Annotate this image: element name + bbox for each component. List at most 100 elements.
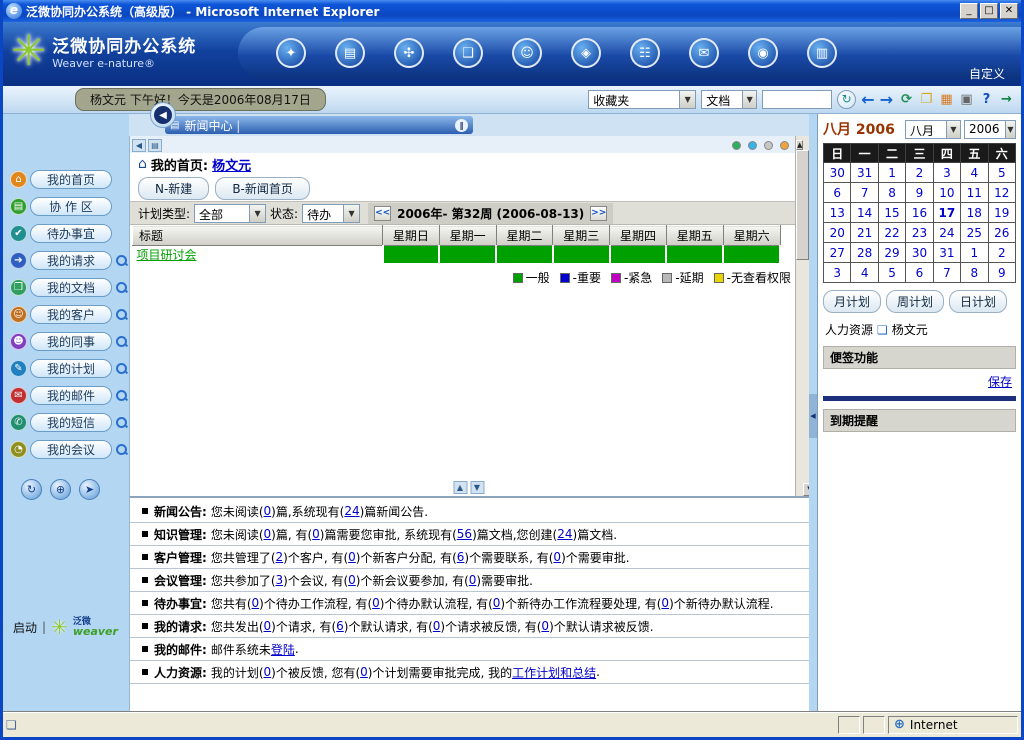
calendar-day[interactable]: 19: [988, 203, 1015, 223]
summary-link[interactable]: 0: [360, 665, 368, 679]
calendar-day[interactable]: 11: [961, 183, 988, 203]
content-nav-back-button[interactable]: ◀: [132, 139, 146, 152]
calendar-day[interactable]: 1: [961, 243, 988, 263]
calendar-day[interactable]: 31: [933, 243, 960, 263]
theme-dot-green[interactable]: [732, 141, 741, 150]
calendar-day[interactable]: 8: [878, 183, 905, 203]
calendar-day[interactable]: 29: [878, 243, 905, 263]
customize-link[interactable]: 自定义: [969, 65, 1005, 82]
calendar-day[interactable]: 9: [906, 183, 933, 203]
chevron-down-icon[interactable]: ▼: [249, 205, 265, 222]
calendar-day[interactable]: 24: [933, 223, 960, 243]
summary-link[interactable]: 0: [433, 619, 441, 633]
calendar-day[interactable]: 7: [933, 263, 960, 283]
calendar-day[interactable]: 28: [851, 243, 878, 263]
chevron-down-icon[interactable]: ▼: [742, 91, 756, 108]
calendar-day[interactable]: 2: [988, 243, 1015, 263]
week-plan-button[interactable]: 周计划: [886, 290, 944, 313]
plan-type-select[interactable]: 全部 ▼: [194, 204, 266, 223]
calendar-day[interactable]: 3: [933, 163, 960, 183]
back-arrow-icon[interactable]: ←: [861, 90, 874, 110]
calendar-day[interactable]: 10: [933, 183, 960, 203]
mail-module-icon[interactable]: ✉: [689, 38, 719, 68]
sidebar-item-collaboration[interactable]: ▤协 作 区: [3, 193, 129, 220]
calendar-day-today[interactable]: 17: [933, 203, 960, 223]
month-select[interactable]: 八月 ▼: [905, 120, 961, 139]
calendar-day[interactable]: 30: [824, 163, 851, 183]
plan-item-link[interactable]: 项目研讨会: [133, 248, 197, 262]
plan-day-cell[interactable]: [610, 246, 667, 264]
chevron-down-icon[interactable]: ▼: [679, 91, 695, 108]
iframe-scroll-up-button[interactable]: ▲: [453, 481, 467, 494]
calendar-icon[interactable]: ▦: [938, 91, 955, 108]
calendar-day[interactable]: 20: [824, 223, 851, 243]
sidebar-item-documents[interactable]: ❒我的文档: [3, 274, 129, 301]
help-icon[interactable]: ?: [978, 91, 995, 108]
news-module-icon[interactable]: ▥: [807, 38, 837, 68]
printer-icon[interactable]: ▣: [958, 91, 975, 108]
summary-link[interactable]: 登陆: [271, 641, 295, 658]
summary-link[interactable]: 24: [557, 527, 572, 541]
summary-link[interactable]: 0: [264, 527, 272, 541]
calendar-day[interactable]: 30: [906, 243, 933, 263]
browser-globe-icon[interactable]: ⊕: [50, 479, 71, 500]
calendar-day[interactable]: 16: [906, 203, 933, 223]
calendar-day[interactable]: 7: [851, 183, 878, 203]
sidebar-item-mail[interactable]: ✉我的邮件: [3, 382, 129, 409]
save-note-link[interactable]: 保存: [988, 373, 1012, 390]
search-icon[interactable]: [115, 416, 128, 429]
new-button[interactable]: N-新建: [138, 177, 209, 200]
chevron-down-icon[interactable]: ▼: [1005, 121, 1015, 138]
launch-label[interactable]: 启动: [13, 619, 37, 636]
maximize-button[interactable]: □: [980, 3, 998, 19]
plan-day-cell[interactable]: [723, 246, 780, 264]
summary-link[interactable]: 2: [276, 550, 284, 564]
calendar-day[interactable]: 14: [851, 203, 878, 223]
calendar-day[interactable]: 21: [851, 223, 878, 243]
search-icon[interactable]: [115, 443, 128, 456]
calendar-day[interactable]: 4: [851, 263, 878, 283]
scroll-up-button[interactable]: ▲: [796, 140, 803, 150]
plan-day-cell[interactable]: [553, 246, 610, 264]
calendar-day[interactable]: 5: [988, 163, 1015, 183]
vertical-scrollbar[interactable]: ▲ ▼: [795, 136, 809, 496]
sidebar-item-customers[interactable]: ☺我的客户: [3, 301, 129, 328]
sidebar-item-colleagues[interactable]: ☻我的同事: [3, 328, 129, 355]
theme-dot-orange[interactable]: [780, 141, 789, 150]
customer-module-icon[interactable]: ☺: [512, 38, 542, 68]
calendar-day[interactable]: 6: [824, 183, 851, 203]
sidebar-item-todo[interactable]: ✔待办事宜: [3, 220, 129, 247]
calendar-day[interactable]: 15: [878, 203, 905, 223]
logout-icon[interactable]: →: [998, 91, 1015, 108]
calendar-day[interactable]: 27: [824, 243, 851, 263]
nav-back-circle-button[interactable]: ◀: [150, 102, 176, 128]
chevron-down-icon[interactable]: ▼: [343, 205, 359, 222]
calendar-day[interactable]: 8: [961, 263, 988, 283]
page-refresh-icon[interactable]: ⟳: [898, 91, 915, 108]
schedule-module-icon[interactable]: ◉: [748, 38, 778, 68]
search-icon[interactable]: [115, 389, 128, 402]
calendar-day[interactable]: 9: [988, 263, 1015, 283]
summary-link[interactable]: 24: [344, 504, 359, 518]
project-module-icon[interactable]: ◈: [571, 38, 601, 68]
summary-link[interactable]: 0: [469, 573, 477, 587]
document-module-icon[interactable]: ❑: [453, 38, 483, 68]
forward-arrow-icon[interactable]: →: [880, 90, 893, 110]
sidebar-item-requests[interactable]: ➔我的请求: [3, 247, 129, 274]
workflow-module-icon[interactable]: ✣: [394, 38, 424, 68]
calendar-day[interactable]: 12: [988, 183, 1015, 203]
chevron-down-icon[interactable]: ▼: [946, 121, 960, 138]
day-plan-button[interactable]: 日计划: [949, 290, 1007, 313]
search-input[interactable]: [762, 90, 832, 109]
plan-day-cell[interactable]: [383, 246, 440, 264]
tab-news-center[interactable]: ▤ 新闻中心 ‖: [165, 116, 473, 134]
doc-type-select[interactable]: 文档 ▼: [701, 90, 757, 109]
prev-week-button[interactable]: <<: [374, 206, 391, 221]
favorites-select[interactable]: 收藏夹 ▼: [588, 90, 696, 109]
plan-day-cell[interactable]: [439, 246, 496, 264]
go-search-button[interactable]: ↻: [837, 90, 856, 109]
calendar-day[interactable]: 5: [878, 263, 905, 283]
content-nav-list-button[interactable]: ▤: [148, 139, 162, 152]
theme-dot-gray[interactable]: [764, 141, 773, 150]
summary-link[interactable]: 3: [276, 573, 284, 587]
